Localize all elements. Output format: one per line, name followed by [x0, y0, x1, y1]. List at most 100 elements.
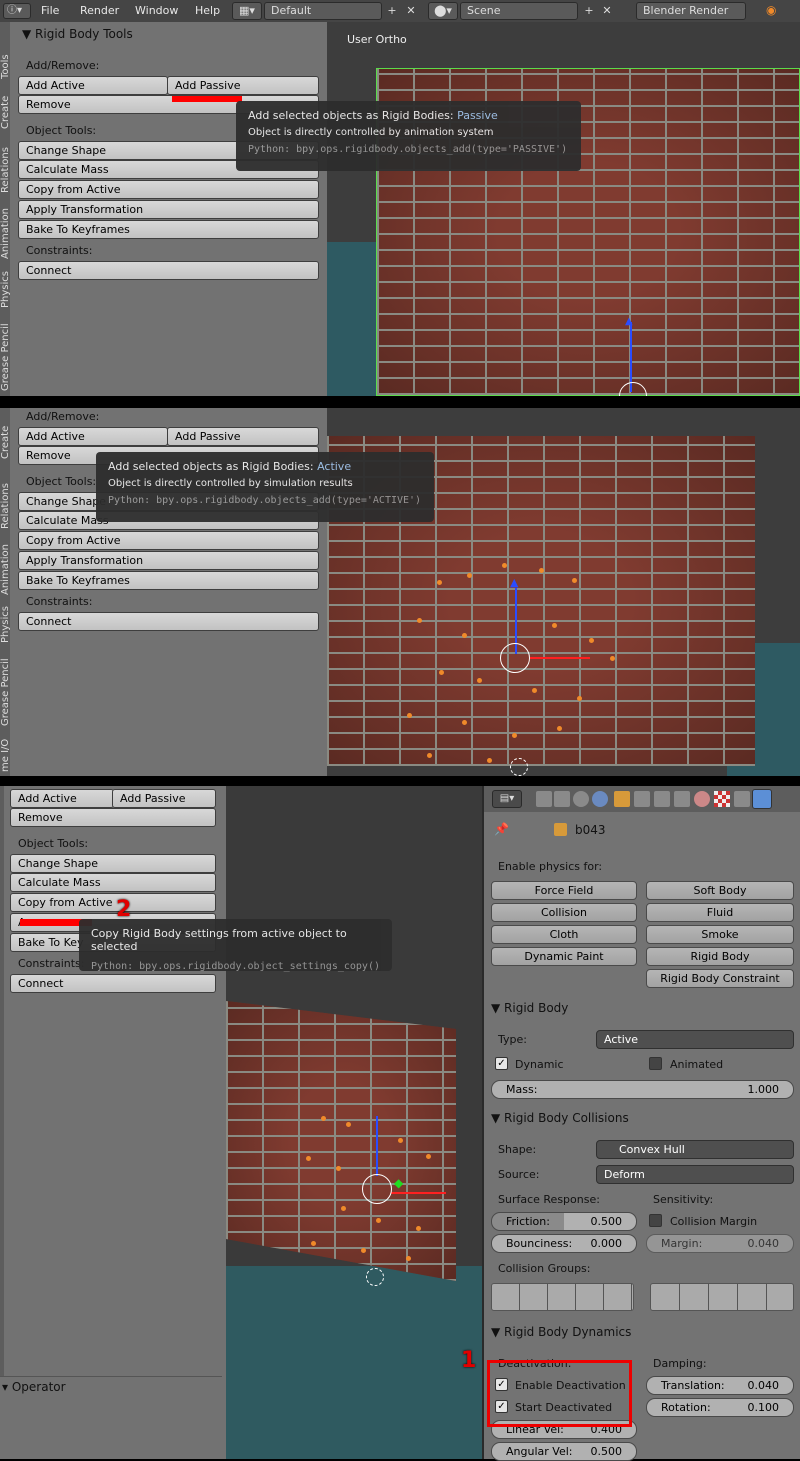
- angular-velocity-field[interactable]: Angular Vel: 0.500: [491, 1442, 637, 1461]
- enable-physics-label: Enable physics for:: [498, 860, 603, 873]
- copy-from-active-button[interactable]: Copy from Active: [18, 180, 319, 199]
- menu-render[interactable]: Render: [80, 4, 119, 17]
- viewport-3[interactable]: ◆: [226, 786, 482, 1459]
- change-shape-button[interactable]: Change Shape: [10, 854, 216, 873]
- object-tab-icon[interactable]: [614, 791, 630, 807]
- add-active-button[interactable]: Add Active: [18, 76, 168, 95]
- rigid-body-button[interactable]: Rigid Body: [646, 947, 794, 966]
- blender-logo-icon: ◉: [766, 3, 777, 17]
- layout-select[interactable]: Default: [264, 2, 382, 20]
- collision-button[interactable]: Collision: [491, 903, 637, 922]
- add-scene-icon[interactable]: +: [580, 2, 598, 20]
- add-passive-button[interactable]: Add Passive: [112, 789, 216, 808]
- rigid-body-panel-header[interactable]: ▼ Rigid Body: [491, 1001, 796, 1015]
- add-active-button[interactable]: Add Active: [10, 789, 114, 808]
- editor-type-icon[interactable]: ▤▾: [492, 790, 522, 808]
- collision-groups-grid-right[interactable]: [650, 1283, 794, 1311]
- constraints-tab-icon[interactable]: [634, 791, 650, 807]
- tab-create[interactable]: Create: [0, 90, 11, 134]
- source-select[interactable]: Deform: [596, 1165, 794, 1184]
- operator-panel[interactable]: ▾ Operator: [0, 1376, 222, 1459]
- pin-icon[interactable]: 📌: [494, 822, 509, 836]
- mass-field[interactable]: Mass: 1.000: [491, 1080, 794, 1099]
- copy-from-active-button[interactable]: Copy from Active: [18, 531, 319, 550]
- tab-physics[interactable]: Physics: [0, 266, 11, 314]
- force-field-button[interactable]: Force Field: [491, 881, 637, 900]
- render-engine-select[interactable]: Blender Render: [636, 2, 746, 20]
- add-layout-icon[interactable]: +: [383, 2, 401, 20]
- connect-button[interactable]: Connect: [18, 612, 319, 631]
- tab-physics[interactable]: Physics: [0, 602, 11, 648]
- menu-help[interactable]: Help: [195, 4, 220, 17]
- layers-tab-icon[interactable]: [554, 791, 570, 807]
- rotation-field[interactable]: Rotation: 0.100: [646, 1398, 794, 1417]
- copy-from-active-button[interactable]: Copy from Active: [10, 893, 216, 912]
- data-tab-icon[interactable]: [674, 791, 690, 807]
- tool-shelf: ▼ Rigid Body Tools Add/Remove: Add Activ…: [10, 22, 327, 396]
- apply-transformation-button[interactable]: Apply Transformation: [18, 200, 319, 219]
- type-select[interactable]: Active: [596, 1030, 794, 1049]
- dynamics-panel-header[interactable]: ▼ Rigid Body Dynamics: [491, 1325, 796, 1339]
- layout-icon[interactable]: ▦▾: [232, 2, 262, 20]
- origin-dot: [532, 688, 537, 693]
- particles-tab-icon[interactable]: [734, 791, 750, 807]
- shape-select[interactable]: Convex Hull: [596, 1140, 794, 1159]
- animated-checkbox[interactable]: [649, 1057, 662, 1070]
- dynamic-paint-button[interactable]: Dynamic Paint: [491, 947, 637, 966]
- object-icon: [554, 823, 567, 836]
- calculate-mass-button[interactable]: Calculate Mass: [10, 873, 216, 892]
- tab-io[interactable]: me I/O: [0, 734, 11, 776]
- material-tab-icon[interactable]: [694, 791, 710, 807]
- add-passive-button[interactable]: Add Passive: [167, 76, 319, 95]
- remove-button[interactable]: Remove: [10, 808, 216, 827]
- tab-animation[interactable]: Animation: [0, 542, 11, 598]
- texture-tab-icon[interactable]: [714, 791, 730, 807]
- world-tab-icon[interactable]: [592, 791, 608, 807]
- tool-tabs: Tools Create Relations Animation Physics…: [0, 22, 11, 396]
- dynamic-checkbox[interactable]: ✓: [495, 1057, 508, 1070]
- origin-dot: [321, 1116, 326, 1121]
- tab-grease-pencil[interactable]: Grease Pencil: [0, 654, 11, 730]
- tab-tools[interactable]: Tools: [0, 48, 11, 86]
- cloth-button[interactable]: Cloth: [491, 925, 637, 944]
- add-active-button[interactable]: Add Active: [18, 427, 168, 446]
- panel-title[interactable]: ▼ Rigid Body Tools: [22, 27, 133, 41]
- translation-field[interactable]: Translation: 0.040: [646, 1376, 794, 1395]
- collisions-panel-header[interactable]: ▼ Rigid Body Collisions: [491, 1111, 796, 1125]
- close-layout-icon[interactable]: ✕: [402, 2, 420, 20]
- tab-animation[interactable]: Animation: [0, 206, 11, 262]
- bounciness-field[interactable]: Bounciness: 0.000: [491, 1234, 637, 1253]
- modifiers-tab-icon[interactable]: [654, 791, 670, 807]
- viewport-1[interactable]: User Ortho ▲: [327, 22, 800, 410]
- rigid-body-constraint-button[interactable]: Rigid Body Constraint: [646, 969, 794, 988]
- collision-groups-grid-left[interactable]: [491, 1283, 634, 1311]
- scene-select[interactable]: Scene: [460, 2, 578, 20]
- collision-margin-checkbox[interactable]: [649, 1214, 662, 1227]
- soft-body-button[interactable]: Soft Body: [646, 881, 794, 900]
- physics-tab-icon[interactable]: [752, 789, 772, 809]
- origin-dot: [502, 563, 507, 568]
- close-scene-icon[interactable]: ✕: [598, 2, 616, 20]
- bake-keyframes-button[interactable]: Bake To Keyframes: [18, 220, 319, 239]
- margin-field[interactable]: Margin: 0.040: [646, 1234, 794, 1253]
- smoke-button[interactable]: Smoke: [646, 925, 794, 944]
- tab-create[interactable]: Create: [0, 418, 11, 466]
- scene-icon[interactable]: ⬤▾: [428, 2, 458, 20]
- add-passive-button[interactable]: Add Passive: [167, 427, 319, 446]
- connect-button[interactable]: Connect: [18, 261, 319, 280]
- connect-button[interactable]: Connect: [10, 974, 216, 993]
- bake-keyframes-button[interactable]: Bake To Keyframes: [18, 571, 319, 590]
- menu-window[interactable]: Window: [135, 4, 178, 17]
- fluid-button[interactable]: Fluid: [646, 903, 794, 922]
- tab-relations[interactable]: Relations: [0, 474, 11, 538]
- axis-arrow-head-icon: ▲: [510, 576, 519, 589]
- render-tab-icon[interactable]: [536, 791, 552, 807]
- tab-grease-pencil[interactable]: Grease Pencil: [0, 318, 11, 396]
- menu-file[interactable]: File: [41, 4, 59, 17]
- friction-field[interactable]: Friction: 0.500: [491, 1212, 637, 1231]
- viewport-label: User Ortho: [347, 33, 407, 46]
- scene-tab-icon[interactable]: [573, 791, 589, 807]
- tab-relations[interactable]: Relations: [0, 138, 11, 202]
- info-editor-icon[interactable]: ⓘ▾: [3, 3, 31, 19]
- apply-transformation-button[interactable]: Apply Transformation: [18, 551, 319, 570]
